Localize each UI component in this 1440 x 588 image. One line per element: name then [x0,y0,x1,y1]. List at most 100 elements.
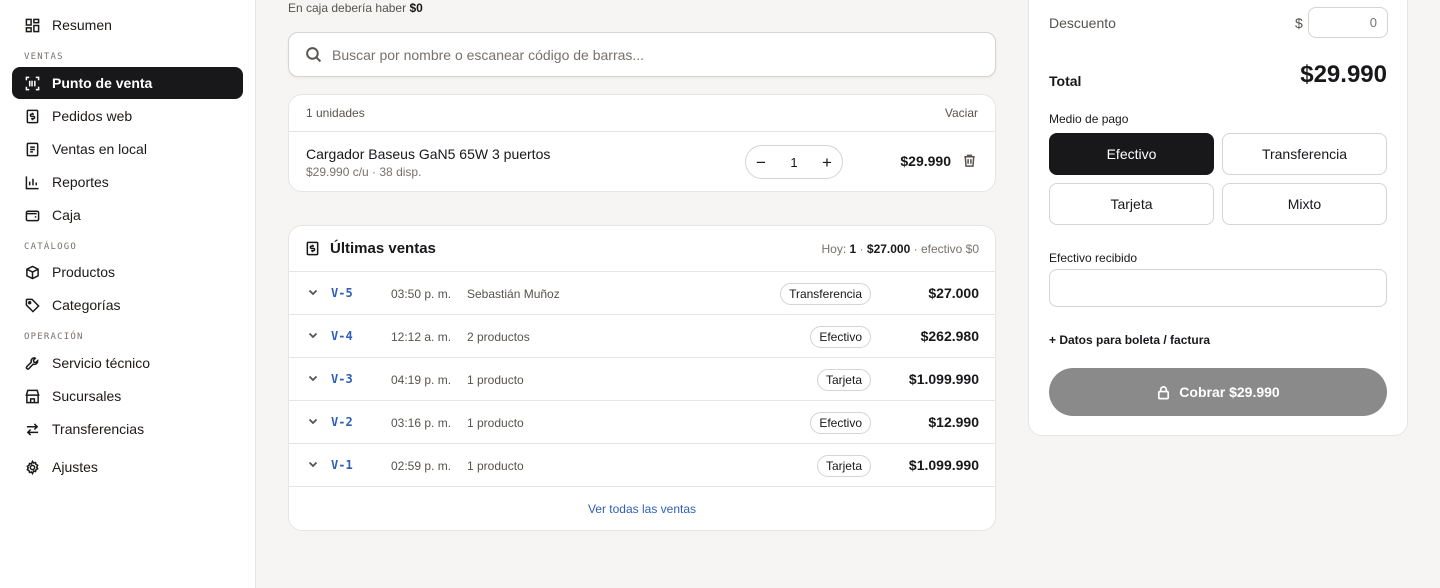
sidebar-item-label: Productos [52,264,116,280]
cart-item-detail: $29.990 c/u · 38 disp. [306,165,422,179]
clear-cart-button[interactable]: Vaciar [945,106,978,120]
payment-tarjeta-button[interactable]: Tarjeta [1049,183,1214,225]
total-label: Total [1049,73,1082,89]
sale-amount: $27.000 [928,285,979,301]
sale-row[interactable]: V-4 12:12 a. m. 2 productos Efectivo $262.98… [289,315,995,358]
recent-sales-card: Últimas ventas Hoy: 1 · $27.000 · efecti… [288,225,996,531]
search-box[interactable] [288,32,996,77]
decrement-button[interactable]: − [756,154,766,171]
total-value: $29.990 [1300,61,1387,88]
charge-label: Cobrar $29.990 [1179,384,1280,400]
sidebar-item-ventas-en-local[interactable]: Ventas en local [12,133,243,165]
sidebar-item-label: Ventas en local [52,141,147,157]
chevron-down-icon[interactable] [307,458,319,470]
quantity-stepper[interactable]: − 1 + [745,145,843,179]
sale-row[interactable]: V-2 03:16 p. m. 1 producto Efectivo $12.990 [289,401,995,444]
checkout-panel: Descuento $ Total $29.990 Medio de pago … [1028,0,1408,436]
sale-time: 02:59 p. m. [391,459,452,473]
recent-sales-title: Últimas ventas [330,240,436,257]
sale-code[interactable]: V-3 [331,372,353,386]
box-icon [24,264,40,280]
sale-time: 03:50 p. m. [391,287,452,301]
trash-icon[interactable] [962,153,978,169]
chevron-down-icon[interactable] [307,415,319,427]
chevron-down-icon[interactable] [307,372,319,384]
sidebar-item-ajustes[interactable]: Ajustes [12,451,243,483]
sale-time: 03:16 p. m. [391,416,452,430]
sale-amount: $1.099.990 [908,457,979,473]
sidebar-item-label: Caja [52,207,81,223]
discount-input[interactable] [1308,7,1388,38]
section-label-operacion: OPERACIÓN [24,332,84,342]
payment-efectivo-button[interactable]: Efectivo [1049,133,1214,175]
document-icon [24,141,40,157]
charge-button[interactable]: Cobrar $29.990 [1049,368,1387,416]
sidebar-item-reportes[interactable]: Reportes [12,166,243,198]
sales-summary: Hoy: 1 · $27.000 · efectivo $0 [821,242,979,256]
cash-note-prefix: En caja debería haber [288,1,407,15]
sale-code[interactable]: V-4 [331,329,353,343]
sidebar-item-sucursales[interactable]: Sucursales [12,380,243,412]
sale-description: 1 producto [467,373,524,387]
wrench-icon [24,355,40,371]
cash-note: En caja debería haber $0 [288,1,423,15]
sale-row[interactable]: V-5 03:50 p. m. Sebastián Muñoz Transferenc… [289,272,995,315]
search-input[interactable] [332,46,932,63]
arrows-swap-icon [24,421,40,437]
cash-received-label: Efectivo recibido [1049,251,1138,265]
sidebar-item-label: Ajustes [52,459,98,475]
payment-method-label: Medio de pago [1049,112,1129,126]
chevron-down-icon[interactable] [307,286,319,298]
summary-count: 1 [849,241,857,256]
sale-code[interactable]: V-2 [331,415,353,429]
sale-row[interactable]: V-3 04:19 p. m. 1 producto Tarjeta $1.099.99… [289,358,995,401]
sale-row[interactable]: V-1 02:59 p. m. 1 producto Tarjeta $1.099.99… [289,444,995,487]
payment-transferencia-button[interactable]: Transferencia [1222,133,1387,175]
sidebar-item-caja[interactable]: Caja [12,199,243,231]
payment-method-badge: Tarjeta [816,369,871,391]
cash-received-input[interactable] [1049,269,1387,307]
gear-icon [24,459,40,475]
recent-sales-header: Últimas ventas Hoy: 1 · $27.000 · efecti… [289,226,995,272]
sale-time: 04:19 p. m. [391,373,452,387]
sale-code[interactable]: V-1 [331,458,353,472]
lock-icon [1158,385,1170,399]
quantity-value: 1 [790,154,798,170]
sidebar-item-categorias[interactable]: Categorías [12,289,243,321]
wallet-icon [24,207,40,223]
bar-chart-icon [24,174,40,190]
sale-amount: $1.099.990 [908,371,979,387]
cart-header: 1 unidades Vaciar [289,95,995,132]
cart-item-total: $29.990 [900,153,951,169]
dashboard-icon [24,17,40,33]
sidebar: Resumen VENTAS Punto de venta Pedidos we… [0,0,256,588]
payment-method-badge: Efectivo [810,412,871,434]
sidebar-item-productos[interactable]: Productos [12,256,243,288]
sale-description: 2 productos [467,330,530,344]
search-icon [306,47,322,63]
sidebar-item-punto-de-venta[interactable]: Punto de venta [12,67,243,99]
sidebar-item-transferencias[interactable]: Transferencias [12,413,243,445]
tag-icon [24,297,40,313]
increment-button[interactable]: + [822,154,832,171]
sidebar-item-label: Reportes [52,174,109,190]
barcode-scan-icon [24,75,40,91]
sidebar-item-label: Servicio técnico [52,355,151,371]
summary-amount: $27.000 [866,241,911,256]
cash-note-amount: $0 [409,1,423,15]
section-label-ventas: VENTAS [24,52,64,62]
see-all-sales-link[interactable]: Ver todas las ventas [289,502,995,516]
sidebar-item-label: Punto de venta [52,75,153,91]
sale-code[interactable]: V-5 [331,286,353,300]
sidebar-item-resumen[interactable]: Resumen [12,9,243,41]
sidebar-item-servicio-tecnico[interactable]: Servicio técnico [12,347,243,379]
payment-mixto-button[interactable]: Mixto [1222,183,1387,225]
sidebar-item-label: Categorías [52,297,121,313]
currency-symbol: $ [1295,15,1303,31]
cart-item: Cargador Baseus GaN5 65W 3 puertos $29.9… [289,132,995,192]
sidebar-item-pedidos-web[interactable]: Pedidos web [12,100,243,132]
invoice-data-link[interactable]: + Datos para boleta / factura [1049,333,1210,347]
payment-method-badge: Tarjeta [816,455,871,477]
chevron-down-icon[interactable] [307,329,319,341]
sales-list: V-5 03:50 p. m. Sebastián Muñoz Transferenc… [289,272,995,487]
